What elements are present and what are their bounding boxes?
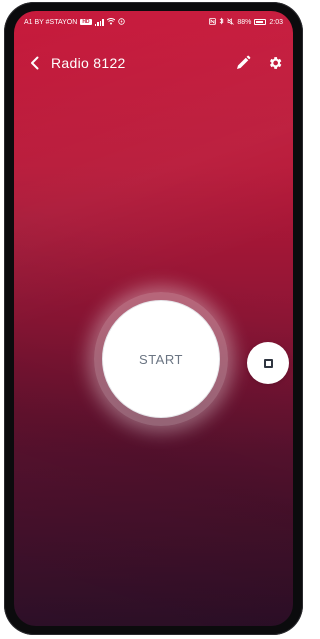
chevron-left-icon <box>31 56 39 70</box>
battery-icon <box>254 19 267 25</box>
status-bar: A1 BY #STAYON HD 88% 2:03 <box>14 11 293 33</box>
bluetooth-icon <box>219 17 224 27</box>
stop-button[interactable] <box>247 342 289 384</box>
start-button[interactable]: START <box>102 300 220 418</box>
phone-frame: A1 BY #STAYON HD 88% 2:03 Radio 8122 STA… <box>4 2 303 635</box>
mute-icon <box>227 17 235 27</box>
signal-icon <box>94 18 104 26</box>
data-saver-icon <box>117 17 125 27</box>
app-screen: A1 BY #STAYON HD 88% 2:03 Radio 8122 STA… <box>14 11 293 626</box>
status-right: 88% 2:03 <box>209 17 283 27</box>
pencil-icon <box>237 55 251 69</box>
gear-icon <box>270 57 282 69</box>
wifi-icon <box>106 17 115 27</box>
app-bar: Radio 8122 <box>14 51 293 75</box>
back-button[interactable] <box>26 53 44 73</box>
start-button-label: START <box>139 351 183 367</box>
hd-badge: HD <box>80 19 92 25</box>
page-title: Radio 8122 <box>51 55 126 71</box>
nfc-icon <box>209 17 217 27</box>
edit-button[interactable] <box>233 53 253 73</box>
stop-square-icon <box>263 358 273 368</box>
battery-fill <box>256 21 264 23</box>
carrier-label: A1 BY #STAYON <box>24 18 78 26</box>
battery-percent: 88% <box>237 18 252 26</box>
clock: 2:03 <box>269 18 283 26</box>
status-left: A1 BY #STAYON HD <box>24 17 125 27</box>
settings-button[interactable] <box>265 53 285 73</box>
